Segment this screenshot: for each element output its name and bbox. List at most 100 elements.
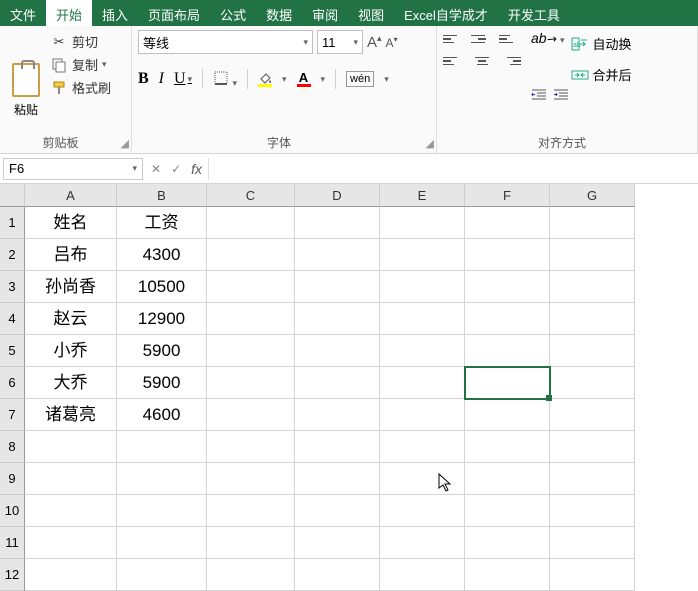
fill-color-button[interactable]: [258, 72, 272, 87]
cancel-icon[interactable]: ✕: [151, 162, 161, 176]
cell-A1[interactable]: 姓名: [25, 207, 117, 239]
cell-E2[interactable]: [380, 239, 465, 271]
increase-font-icon[interactable]: A▴: [367, 33, 382, 51]
cell-F10[interactable]: [465, 495, 550, 527]
cell-E6[interactable]: [380, 367, 465, 399]
row-header-10[interactable]: 10: [0, 495, 25, 527]
row-header-9[interactable]: 9: [0, 463, 25, 495]
cell-G5[interactable]: [550, 335, 635, 367]
align-middle-button[interactable]: [471, 30, 493, 48]
cell-E7[interactable]: [380, 399, 465, 431]
tab-file[interactable]: 文件: [0, 0, 46, 26]
align-bottom-button[interactable]: [499, 30, 521, 48]
cell-A4[interactable]: 赵云: [25, 303, 117, 335]
cell-D12[interactable]: [295, 559, 380, 591]
fx-icon[interactable]: fx: [191, 161, 202, 177]
decrease-indent-button[interactable]: [531, 88, 547, 105]
cell-F7[interactable]: [465, 399, 550, 431]
cell-G12[interactable]: [550, 559, 635, 591]
cell-C7[interactable]: [207, 399, 295, 431]
cell-B3[interactable]: 10500: [117, 271, 207, 303]
cell-C12[interactable]: [207, 559, 295, 591]
cell-F11[interactable]: [465, 527, 550, 559]
row-header-5[interactable]: 5: [0, 335, 25, 367]
cell-D4[interactable]: [295, 303, 380, 335]
cell-A2[interactable]: 吕布: [25, 239, 117, 271]
col-header-B[interactable]: B: [117, 184, 207, 207]
cell-B8[interactable]: [117, 431, 207, 463]
cell-D9[interactable]: [295, 463, 380, 495]
cell-A10[interactable]: [25, 495, 117, 527]
copy-button[interactable]: 复制 ▾: [50, 55, 111, 74]
col-header-F[interactable]: F: [465, 184, 550, 207]
row-header-11[interactable]: 11: [0, 527, 25, 559]
cell-G11[interactable]: [550, 527, 635, 559]
cell-E5[interactable]: [380, 335, 465, 367]
dialog-launcher-icon[interactable]: ◢: [121, 137, 129, 150]
cell-C1[interactable]: [207, 207, 295, 239]
align-left-button[interactable]: [443, 52, 465, 70]
cell-F4[interactable]: [465, 303, 550, 335]
row-header-2[interactable]: 2: [0, 239, 25, 271]
cell-A7[interactable]: 诸葛亮: [25, 399, 117, 431]
cell-C2[interactable]: [207, 239, 295, 271]
align-center-button[interactable]: [471, 52, 493, 70]
tab-insert[interactable]: 插入: [92, 0, 138, 26]
row-header-8[interactable]: 8: [0, 431, 25, 463]
tab-data[interactable]: 数据: [256, 0, 302, 26]
cell-F5[interactable]: [465, 335, 550, 367]
tab-view[interactable]: 视图: [348, 0, 394, 26]
cell-G4[interactable]: [550, 303, 635, 335]
font-color-button[interactable]: A: [297, 71, 311, 87]
cell-C10[interactable]: [207, 495, 295, 527]
cell-G2[interactable]: [550, 239, 635, 271]
cell-C9[interactable]: [207, 463, 295, 495]
tab-developer[interactable]: 开发工具: [498, 0, 570, 26]
cell-D11[interactable]: [295, 527, 380, 559]
row-header-12[interactable]: 12: [0, 559, 25, 591]
formula-bar[interactable]: [208, 158, 698, 180]
col-header-D[interactable]: D: [295, 184, 380, 207]
phonetic-button[interactable]: wén: [346, 71, 374, 87]
cell-B5[interactable]: 5900: [117, 335, 207, 367]
tab-home[interactable]: 开始: [46, 0, 92, 26]
cell-G1[interactable]: [550, 207, 635, 239]
cell-G8[interactable]: [550, 431, 635, 463]
select-all-corner[interactable]: [0, 184, 25, 207]
col-header-C[interactable]: C: [207, 184, 295, 207]
cell-B10[interactable]: [117, 495, 207, 527]
cell-B9[interactable]: [117, 463, 207, 495]
name-box[interactable]: F6▾: [3, 158, 143, 180]
bold-button[interactable]: B: [138, 70, 149, 88]
cell-G3[interactable]: [550, 271, 635, 303]
tab-custom[interactable]: Excel自学成才: [394, 0, 498, 26]
cell-A9[interactable]: [25, 463, 117, 495]
cell-D10[interactable]: [295, 495, 380, 527]
cell-F2[interactable]: [465, 239, 550, 271]
cell-E4[interactable]: [380, 303, 465, 335]
tab-review[interactable]: 审阅: [302, 0, 348, 26]
cell-A12[interactable]: [25, 559, 117, 591]
cell-F9[interactable]: [465, 463, 550, 495]
cell-C5[interactable]: [207, 335, 295, 367]
tab-page-layout[interactable]: 页面布局: [138, 0, 210, 26]
font-name-select[interactable]: 等线▾: [138, 30, 313, 54]
cell-B6[interactable]: 5900: [117, 367, 207, 399]
row-header-6[interactable]: 6: [0, 367, 25, 399]
spreadsheet-grid[interactable]: ABCDEFG1姓名工资2吕布43003孙尚香105004赵云129005小乔5…: [0, 184, 698, 591]
cell-E10[interactable]: [380, 495, 465, 527]
cell-F1[interactable]: [465, 207, 550, 239]
cut-button[interactable]: ✂ 剪切: [50, 32, 111, 51]
cell-D2[interactable]: [295, 239, 380, 271]
cell-C3[interactable]: [207, 271, 295, 303]
cell-B4[interactable]: 12900: [117, 303, 207, 335]
cell-G10[interactable]: [550, 495, 635, 527]
col-header-A[interactable]: A: [25, 184, 117, 207]
cell-B1[interactable]: 工资: [117, 207, 207, 239]
cell-C11[interactable]: [207, 527, 295, 559]
italic-button[interactable]: I: [159, 70, 164, 88]
cell-C8[interactable]: [207, 431, 295, 463]
font-size-select[interactable]: 11▾: [317, 30, 363, 54]
enter-icon[interactable]: ✓: [171, 162, 181, 176]
cell-F12[interactable]: [465, 559, 550, 591]
